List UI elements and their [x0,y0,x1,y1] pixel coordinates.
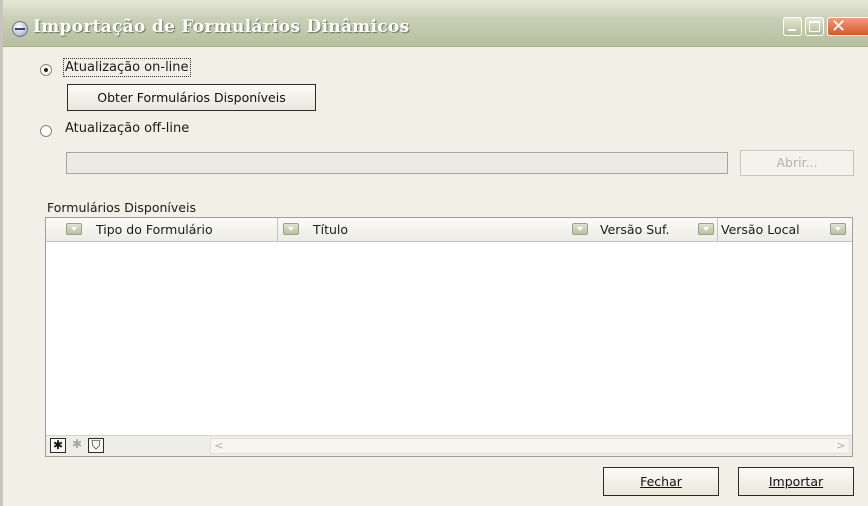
column-label: Título [313,222,349,237]
column-titulo[interactable]: Título [278,218,568,241]
online-radio-text: Atualização on-line [65,60,189,75]
obter-formularios-button[interactable]: Obter Formulários Disponíveis [67,84,316,111]
chevron-down-icon[interactable] [698,223,714,235]
add-row-button[interactable]: ✱ [50,438,66,453]
filter-icon: ⛉ [91,438,101,452]
importar-button[interactable]: Importar [738,467,854,496]
chevron-down-icon[interactable] [572,223,588,235]
offline-radio-text: Atualização off-line [65,121,190,136]
close-icon: ✕ [831,16,847,37]
import-dialog: Importação de Formulários Dinâmicos ✕ At… [0,0,868,506]
column-label: Versão Suf. [600,222,670,237]
title-bar[interactable]: Importação de Formulários Dinâmicos ✕ [3,0,868,47]
add-row-disabled-button[interactable]: ✱ [69,438,85,453]
asterisk-arrow-icon: ✱ [71,437,83,451]
minimize-button[interactable] [783,17,802,36]
fechar-button[interactable]: Fechar [603,467,719,496]
column-tipo[interactable]: Tipo do Formulário [46,218,278,241]
chevron-down-icon[interactable] [283,223,299,235]
window-title: Importação de Formulários Dinâmicos [33,17,410,37]
grid-title: Formulários Disponíveis [47,200,196,215]
importar-label: Importar [768,474,824,489]
grid-footer: ✱ ✱ ⛉ < > [46,435,852,456]
column-versao-local[interactable]: Versão Local [718,218,852,241]
maximize-button[interactable] [805,17,824,36]
offline-radio-label[interactable]: Atualização off-line [65,121,189,136]
chevron-down-icon[interactable] [830,223,846,235]
scroll-right-icon[interactable]: > [833,439,849,453]
online-radio-label[interactable]: Atualização on-line [63,58,191,77]
file-path-field[interactable] [66,152,728,174]
obter-formularios-label: Obter Formulários Disponíveis [97,90,286,105]
grid-header: Tipo do Formulário Título Versão Suf. Ve… [46,218,852,242]
offline-radio[interactable] [40,125,52,137]
asterisk-icon: ✱ [52,438,64,452]
close-button[interactable]: ✕ [827,16,868,37]
horizontal-scrollbar[interactable]: < > [210,438,850,454]
app-icon [12,21,28,37]
chevron-down-icon[interactable] [66,223,82,235]
forms-grid[interactable]: Tipo do Formulário Título Versão Suf. Ve… [45,217,853,457]
online-radio[interactable] [40,64,52,76]
column-label: Tipo do Formulário [96,222,213,237]
abrir-label: Abrir... [776,155,818,170]
column-versao-suf[interactable]: Versão Suf. [568,218,718,241]
abrir-button[interactable]: Abrir... [740,150,854,176]
column-label: Versão Local [721,222,800,237]
scroll-left-icon[interactable]: < [211,439,227,453]
fechar-label: Fechar [640,474,682,489]
filter-button[interactable]: ⛉ [88,438,104,453]
